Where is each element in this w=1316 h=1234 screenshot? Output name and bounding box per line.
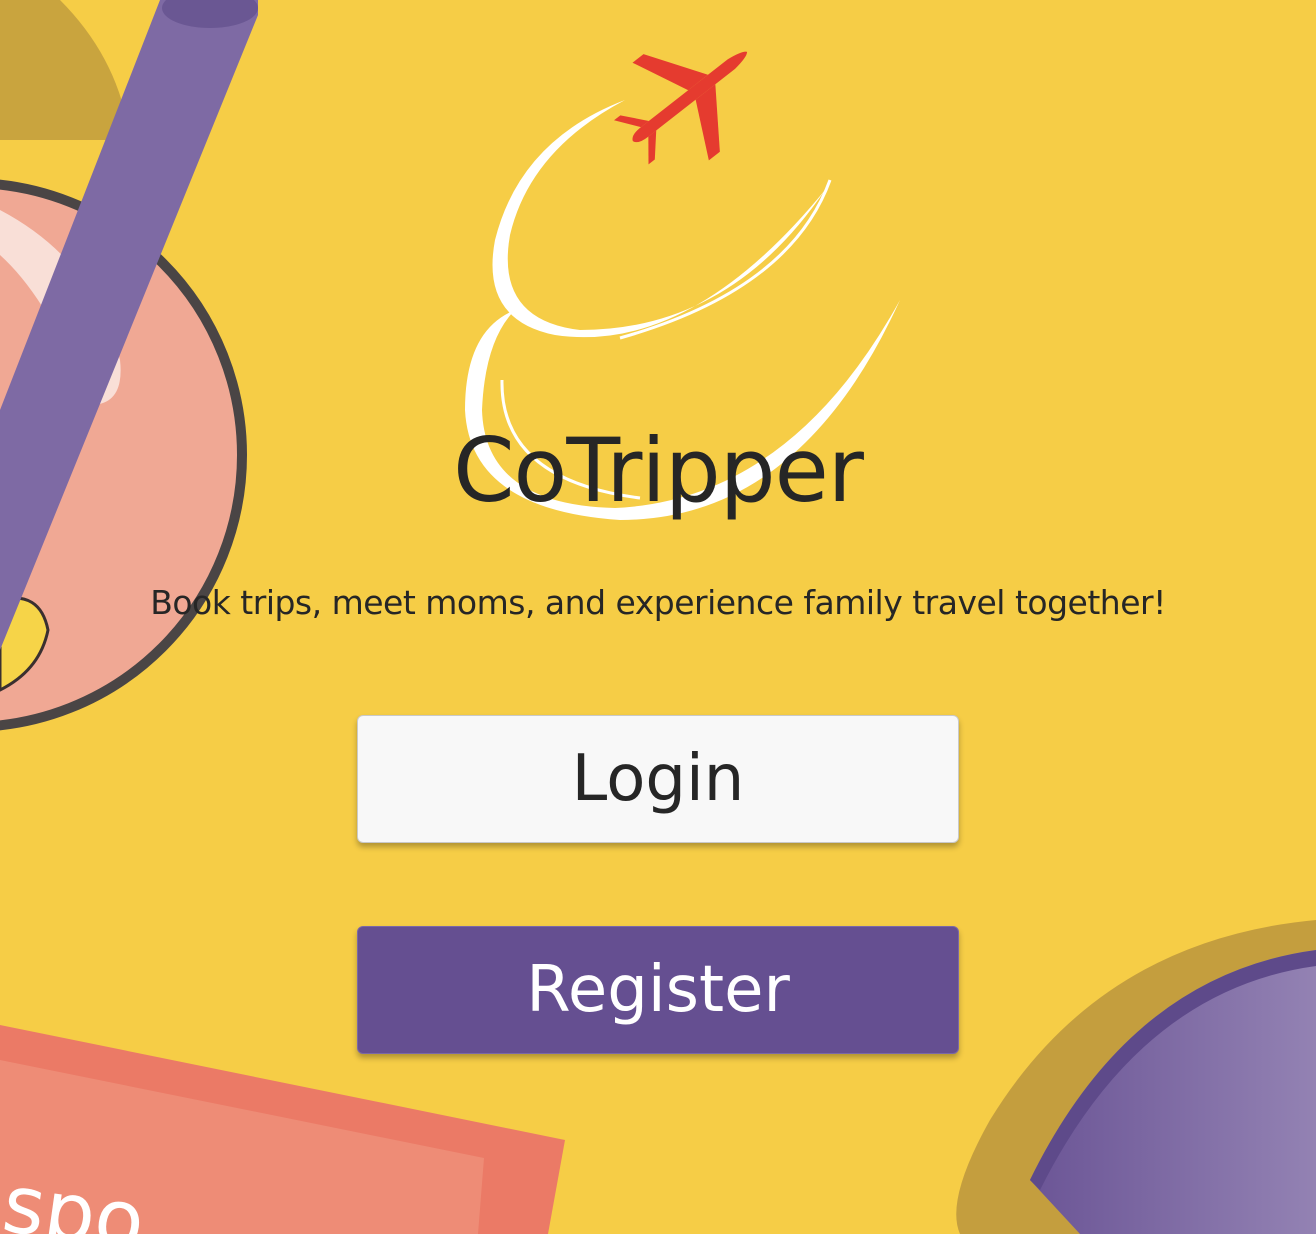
- tagline: Book trips, meet moms, and experience fa…: [150, 583, 1166, 622]
- register-button-label: Register: [526, 953, 790, 1027]
- swirl-line: [619, 179, 832, 340]
- app-title: CoTripper: [453, 419, 864, 522]
- register-button[interactable]: Register: [357, 926, 959, 1054]
- login-button[interactable]: Login: [357, 715, 959, 843]
- swirl-upper: [492, 100, 825, 338]
- plate-shadow: [0, 0, 130, 140]
- airplane-icon: [614, 51, 748, 165]
- landing-page: spo CoTripper Book trips, meet moms, and…: [0, 0, 1316, 1234]
- login-button-label: Login: [571, 742, 745, 816]
